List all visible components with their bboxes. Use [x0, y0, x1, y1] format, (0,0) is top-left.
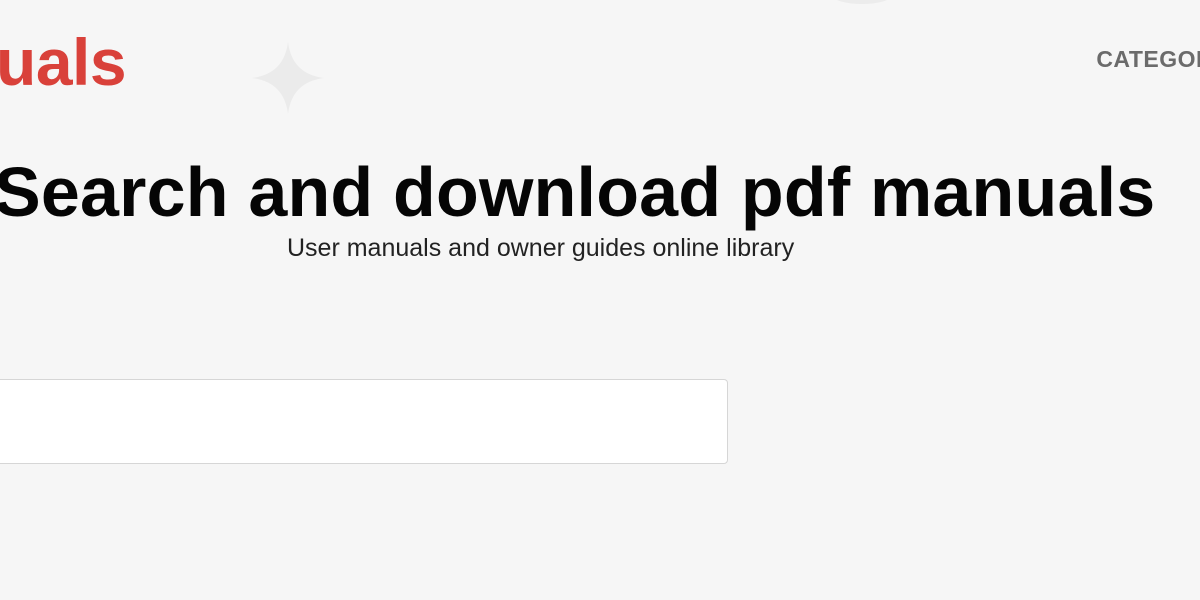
nav-categories-link[interactable]: CATEGORI — [1096, 44, 1200, 74]
page-title: Search and download pdf manuals — [0, 153, 1156, 231]
page-subtitle: User manuals and owner guides online lib… — [287, 234, 795, 262]
search-input[interactable] — [0, 379, 728, 464]
diamond-sparkle-icon — [252, 42, 324, 114]
top-decoration — [832, 0, 892, 4]
site-logo[interactable]: uals — [0, 22, 127, 102]
